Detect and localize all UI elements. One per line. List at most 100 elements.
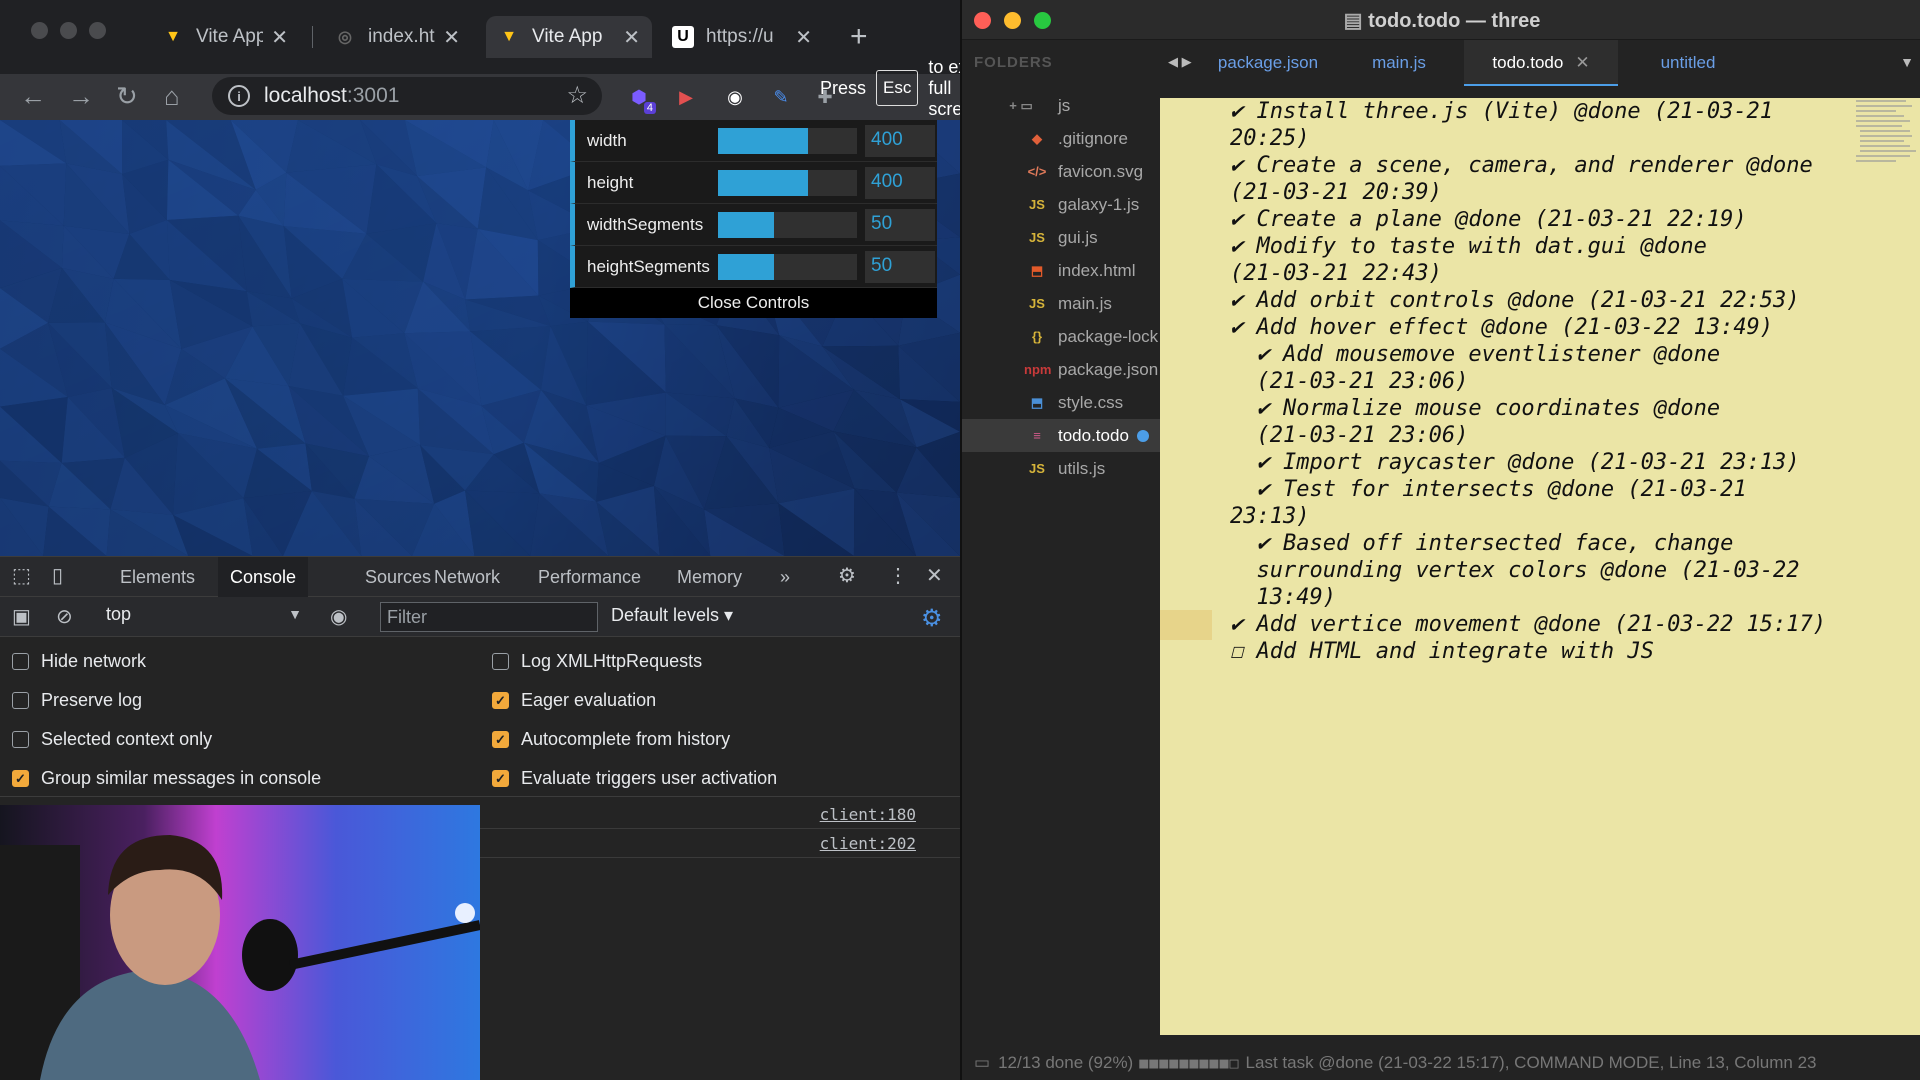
close-tab-icon[interactable]: ✕: [623, 25, 640, 50]
sidebar-item-package-lock[interactable]: {} package-lock: [962, 320, 1160, 353]
checkbox-checked[interactable]: ✓: [12, 770, 29, 787]
minimap[interactable]: [1852, 98, 1920, 188]
sidebar-item-gitignore[interactable]: ◆ .gitignore: [962, 122, 1160, 155]
checkbox[interactable]: [12, 692, 29, 709]
tab-main-js[interactable]: main.js: [1340, 40, 1458, 86]
close-tab-icon[interactable]: ✕: [1575, 53, 1589, 72]
record-extension-icon[interactable]: ▶: [673, 84, 699, 110]
close-tab-icon[interactable]: ✕: [443, 25, 460, 50]
zoom-window-button[interactable]: [89, 22, 106, 39]
tab-memory[interactable]: Memory: [665, 557, 754, 597]
sidebar-item-package-json[interactable]: npm package.json: [962, 353, 1160, 386]
sidebar-item-utils[interactable]: JS utils.js: [962, 452, 1160, 485]
option-autocomplete[interactable]: ✓ Autocomplete from history: [492, 729, 730, 750]
tab-todo-todo[interactable]: todo.todo ✕: [1464, 40, 1618, 86]
gui-slider[interactable]: [718, 212, 857, 238]
more-tabs-button[interactable]: »: [768, 557, 802, 597]
option-group-similar[interactable]: ✓ Group similar messages in console: [12, 768, 321, 789]
gui-number-input[interactable]: 400: [865, 167, 935, 199]
device-toolbar-icon[interactable]: ▯: [52, 565, 63, 587]
extension-puzzle-icon[interactable]: ⬢ 4: [626, 84, 656, 114]
gui-slider[interactable]: [718, 128, 857, 154]
settings-gear-icon[interactable]: ⚙: [838, 565, 856, 587]
option-preserve-log[interactable]: Preserve log: [12, 690, 142, 711]
checkbox-checked[interactable]: ✓: [492, 731, 509, 748]
option-log-xhr[interactable]: Log XMLHttpRequests: [492, 651, 702, 672]
sidebar-item-favicon[interactable]: </> favicon.svg: [962, 155, 1160, 188]
tab-untitled[interactable]: untitled: [1624, 40, 1752, 86]
log-levels-dropdown[interactable]: Default levels ▾: [611, 605, 733, 626]
sidebar-item-js[interactable]: + ▭ js: [962, 89, 1160, 122]
browser-tab-3-active[interactable]: ▼ Vite App ✕: [486, 16, 652, 58]
tab-nav-arrows-icon[interactable]: ◀ ▶: [1168, 54, 1192, 70]
reload-icon[interactable]: ↻: [116, 78, 138, 114]
browser-tab-2[interactable]: ◎ index.htm ✕: [322, 16, 472, 58]
gui-row-width[interactable]: width 400: [570, 120, 937, 162]
home-icon[interactable]: ⌂: [164, 78, 180, 114]
gui-number-input[interactable]: 50: [865, 251, 935, 283]
close-window-button[interactable]: [31, 22, 48, 39]
sidebar-item-gui[interactable]: JS gui.js: [962, 221, 1160, 254]
forward-icon[interactable]: →: [68, 78, 94, 114]
minimize-window-button[interactable]: [60, 22, 77, 39]
url-host: localhost: [264, 84, 347, 107]
sidebar-item-todo[interactable]: ≡ todo.todo: [962, 419, 1160, 452]
close-tab-icon[interactable]: ✕: [795, 25, 812, 50]
tab-elements[interactable]: Elements: [108, 557, 207, 597]
checkbox[interactable]: [12, 653, 29, 670]
eye-icon[interactable]: ◉: [330, 606, 347, 628]
new-tab-button[interactable]: +: [850, 22, 868, 52]
inspect-element-icon[interactable]: ⬚: [12, 565, 31, 587]
datgui-panel: width 400 height 400 widthSegments 50 he…: [570, 120, 937, 318]
checkbox-checked[interactable]: ✓: [492, 770, 509, 787]
gui-slider[interactable]: [718, 170, 857, 196]
sidebar-item-galaxy[interactable]: JS galaxy-1.js: [962, 188, 1160, 221]
close-devtools-icon[interactable]: ✕: [926, 565, 943, 587]
option-evaluate-triggers[interactable]: ✓ Evaluate triggers user activation: [492, 768, 777, 789]
checkbox[interactable]: [492, 653, 509, 670]
devtools-extension-icon[interactable]: ◉: [722, 84, 748, 110]
option-hide-network[interactable]: Hide network: [12, 651, 146, 672]
checkbox[interactable]: [12, 731, 29, 748]
tab-menu-icon[interactable]: ▼: [1900, 54, 1914, 70]
clear-console-icon[interactable]: ⊘: [56, 606, 73, 628]
sidebar-item-main-js[interactable]: JS main.js: [962, 287, 1160, 320]
console-settings-icon[interactable]: ⚙: [921, 604, 943, 633]
tab-performance[interactable]: Performance: [526, 557, 653, 597]
gui-number-input[interactable]: 50: [865, 209, 935, 241]
bookmark-star-icon[interactable]: ☆: [566, 81, 588, 110]
site-info-icon[interactable]: i: [228, 85, 250, 107]
threejs-canvas[interactable]: width 400 height 400 widthSegments 50 he…: [0, 120, 960, 556]
checkbox-checked[interactable]: ✓: [492, 692, 509, 709]
option-label: Preserve log: [41, 690, 143, 710]
tab-console[interactable]: Console: [218, 557, 309, 597]
browser-tab-1[interactable]: ▼ Vite App ✕: [150, 16, 300, 58]
source-link[interactable]: client:202: [820, 834, 916, 853]
browser-tab-4[interactable]: U https://u ✕: [660, 16, 824, 58]
tab-network[interactable]: Network: [422, 557, 512, 597]
todo-list-icon: ≡: [1033, 428, 1041, 443]
sidebar-item-style-css[interactable]: ⬒ style.css: [962, 386, 1160, 419]
context-selector[interactable]: top ▼: [106, 604, 302, 630]
console-filter-input[interactable]: Filter: [380, 602, 598, 632]
pin-extension-icon[interactable]: ✎: [768, 84, 794, 110]
gui-slider[interactable]: [718, 254, 857, 280]
gui-row-height[interactable]: height 400: [570, 162, 937, 204]
vite-icon: ▼: [501, 28, 517, 45]
more-options-icon[interactable]: ⋮: [888, 565, 908, 587]
back-icon[interactable]: ←: [20, 78, 46, 114]
source-link[interactable]: client:180: [820, 805, 916, 824]
context-value: top: [106, 604, 132, 624]
sidebar-item-index-html[interactable]: ⬒ index.html: [962, 254, 1160, 287]
editor-pane[interactable]: ✔ Install three.js (Vite) @done (21-03-2…: [1160, 98, 1920, 1035]
tab-package-json[interactable]: package.json: [1202, 40, 1334, 86]
sidebar-toggle-icon[interactable]: ▣: [12, 606, 31, 628]
option-eager-evaluation[interactable]: ✓ Eager evaluation: [492, 690, 656, 711]
gui-number-input[interactable]: 400: [865, 125, 935, 157]
address-bar[interactable]: i localhost :3001 ☆: [212, 77, 602, 115]
gui-row-widthsegments[interactable]: widthSegments 50: [570, 204, 937, 246]
close-controls-button[interactable]: Close Controls: [570, 288, 937, 318]
close-tab-icon[interactable]: ✕: [271, 25, 288, 50]
option-selected-context[interactable]: Selected context only: [12, 729, 212, 750]
gui-row-heightsegments[interactable]: heightSegments 50: [570, 246, 937, 288]
